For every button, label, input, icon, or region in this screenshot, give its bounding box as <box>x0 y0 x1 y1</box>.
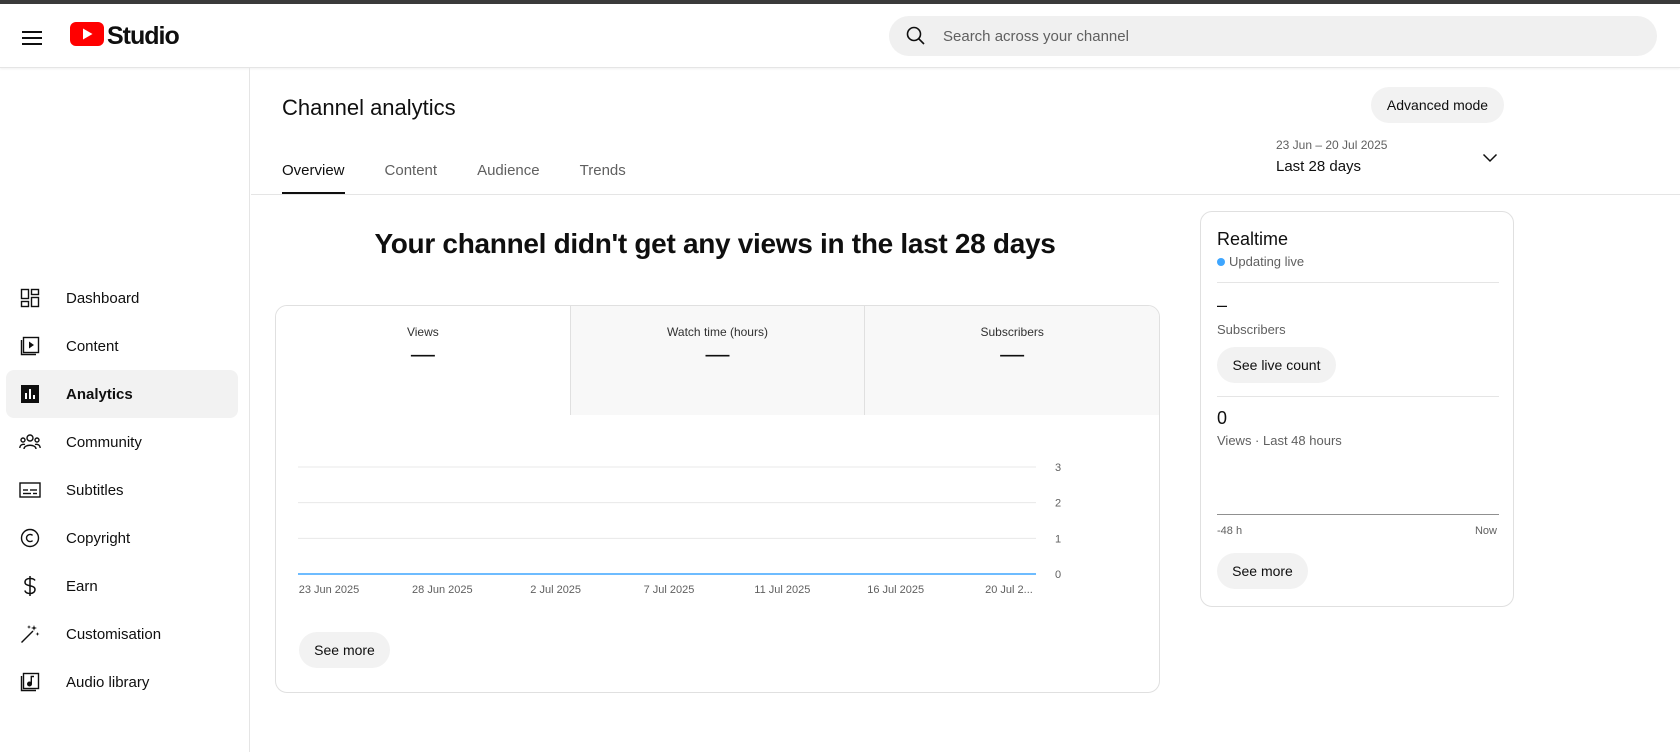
views-chart: 0 1 2 3 23 Jun 2025 28 Jun 2025 2 Jul 2025 7 Ju… <box>276 415 1159 692</box>
sidebar-item-label: Content <box>66 337 119 355</box>
community-icon <box>6 418 54 466</box>
sidebar-item-label: Dashboard <box>66 289 140 307</box>
date-range-selector[interactable]: 23 Jun – 20 Jul 2025 Last 28 days <box>1276 138 1506 184</box>
sidebar-item-analytics[interactable]: Analytics <box>6 370 238 418</box>
sidebar-item-label: Subtitles <box>66 481 124 499</box>
y-tick-label: 2 <box>1055 498 1061 510</box>
search-bar[interactable] <box>889 16 1657 56</box>
realtime-chart-axis <box>1217 514 1499 515</box>
tab-overview[interactable]: Overview <box>282 150 345 194</box>
divider <box>1217 282 1499 283</box>
y-tick-label: 3 <box>1055 462 1061 474</box>
dashboard-icon <box>6 274 54 322</box>
no-views-headline: Your channel didn't get any views in the… <box>374 228 1056 259</box>
metric-tab-views[interactable]: Views — <box>276 306 571 415</box>
analytics-icon <box>6 370 54 418</box>
x-tick-label: 2 Jul 2025 <box>530 584 581 596</box>
tab-audience[interactable]: Audience <box>477 150 540 194</box>
metric-tab-watch-time[interactable]: Watch time (hours) — <box>570 306 866 415</box>
sidebar-item-dashboard[interactable]: Dashboard <box>6 274 238 322</box>
y-tick-label: 0 <box>1055 569 1061 581</box>
sidebar-item-label: Audio library <box>66 673 150 691</box>
realtime-views-value: 0 <box>1217 408 1228 428</box>
divider <box>1217 396 1499 397</box>
date-range-dates: 23 Jun – 20 Jul 2025 <box>1276 138 1388 152</box>
search-input[interactable] <box>943 27 1623 45</box>
x-tick-label: 11 Jul 2025 <box>754 584 810 596</box>
sidebar-nav: Dashboard Content Analytics Community Su… <box>6 274 238 706</box>
sidebar-item-label: Customisation <box>66 625 162 643</box>
copyright-icon <box>6 514 54 562</box>
top-header: Studio <box>0 4 1680 68</box>
realtime-status-text: Updating live <box>1229 254 1305 269</box>
app-name: Studio <box>107 22 180 50</box>
youtube-logo-icon <box>70 22 104 51</box>
advanced-mode-button[interactable]: Advanced mode <box>1371 87 1504 123</box>
see-more-button[interactable]: See more <box>299 632 390 668</box>
tabs-divider <box>251 194 1680 195</box>
sidebar-item-copyright[interactable]: Copyright <box>6 514 238 562</box>
audio-library-icon <box>6 658 54 706</box>
views-line-chart: 0 1 2 3 23 Jun 2025 28 Jun 2025 2 Jul 2025 7 Ju… <box>297 462 1061 596</box>
sidebar-item-earn[interactable]: Earn <box>6 562 238 610</box>
sidebar-item-community[interactable]: Community <box>6 418 238 466</box>
metric-label: Subscribers <box>980 325 1044 339</box>
customisation-icon <box>6 610 54 658</box>
content-icon <box>6 322 54 370</box>
tab-trends[interactable]: Trends <box>580 150 626 194</box>
sidebar-item-label: Earn <box>66 577 98 595</box>
metric-value: — <box>410 341 435 368</box>
overview-metrics-card: Views — Watch time (hours) — Subscribers… <box>275 305 1160 693</box>
metric-value: — <box>1000 341 1025 368</box>
x-tick-label: 7 Jul 2025 <box>644 584 695 596</box>
sidebar-item-label: Community <box>66 433 142 451</box>
studio-logo[interactable]: Studio <box>70 22 180 51</box>
sidebar-item-content[interactable]: Content <box>6 322 238 370</box>
realtime-axis-start: -48 h <box>1217 525 1243 537</box>
analytics-tabs: Overview Content Audience Trends <box>282 150 666 194</box>
realtime-axis-end: Now <box>1474 525 1497 537</box>
realtime-subscribers-value: – <box>1217 295 1228 315</box>
chevron-down-icon <box>1482 150 1498 168</box>
realtime-subscribers-label: Subscribers <box>1217 322 1286 337</box>
metric-tabs: Views — Watch time (hours) — Subscribers… <box>276 306 1159 415</box>
metric-label: Views <box>406 325 439 339</box>
metric-tab-subscribers[interactable]: Subscribers — <box>865 306 1159 415</box>
earn-icon <box>6 562 54 610</box>
metric-value: — <box>705 341 730 368</box>
x-tick-label: 16 Jul 2025 <box>867 584 924 596</box>
hamburger-menu-icon[interactable] <box>14 20 50 56</box>
y-tick-label: 1 <box>1055 533 1061 545</box>
x-tick-label: 23 Jun 2025 <box>299 584 360 596</box>
page-title: Channel analytics <box>282 95 456 120</box>
sidebar-item-audio-library[interactable]: Audio library <box>6 658 238 706</box>
sidebar-item-label: Analytics <box>66 385 133 403</box>
metric-label: Watch time (hours) <box>667 325 768 339</box>
search-icon[interactable] <box>905 25 927 47</box>
subtitles-icon <box>6 466 54 514</box>
live-dot-icon <box>1217 257 1225 266</box>
sidebar: Dashboard Content Analytics Community Su… <box>0 68 250 752</box>
realtime-card: Realtime Updating live – Subscribers See… <box>1200 211 1514 607</box>
tab-content[interactable]: Content <box>385 150 438 194</box>
x-tick-label: 28 Jun 2025 <box>412 584 473 596</box>
see-live-count-button[interactable]: See live count <box>1217 347 1336 383</box>
realtime-status: Updating live <box>1217 254 1304 269</box>
realtime-title: Realtime <box>1217 229 1289 249</box>
realtime-see-more-button[interactable]: See more <box>1217 553 1308 589</box>
sidebar-item-customisation[interactable]: Customisation <box>6 610 238 658</box>
sidebar-item-label: Copyright <box>66 529 131 547</box>
date-range-label: Last 28 days <box>1276 158 1362 175</box>
realtime-views-label: Views · Last 48 hours <box>1217 433 1342 448</box>
sidebar-item-subtitles[interactable]: Subtitles <box>6 466 238 514</box>
x-tick-label: 20 Jul 2... <box>985 584 1033 596</box>
